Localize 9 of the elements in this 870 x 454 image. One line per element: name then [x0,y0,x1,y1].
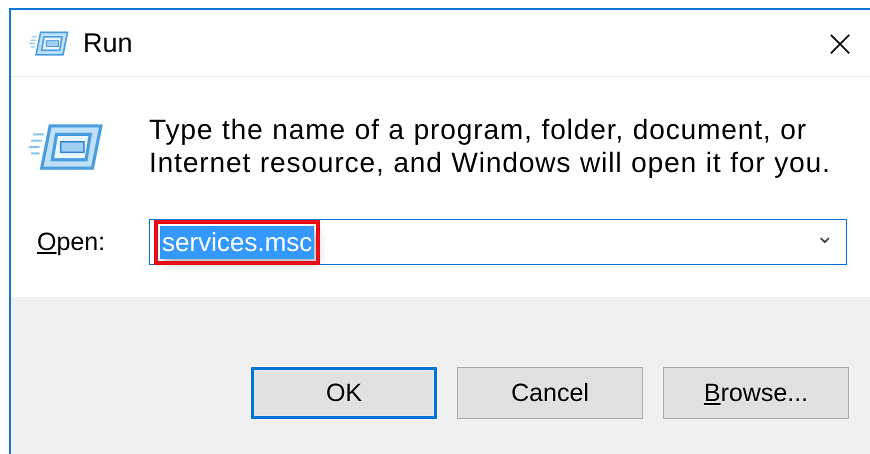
dialog-button[interactable]: OK [251,367,437,419]
instruction-text: Type the name of a program, folder, document, or Internet resource, and Windows will open it for you. [149,113,832,179]
close-button[interactable]: × [818,24,862,62]
window-title: Run [83,28,133,58]
run-icon [29,29,69,57]
dialog-button[interactable]: Cancel [457,367,643,419]
open-field[interactable]: services.msc ⌄ [149,219,847,265]
open-label: Open: [37,228,106,256]
dialog-button[interactable]: Browse... [663,367,849,419]
